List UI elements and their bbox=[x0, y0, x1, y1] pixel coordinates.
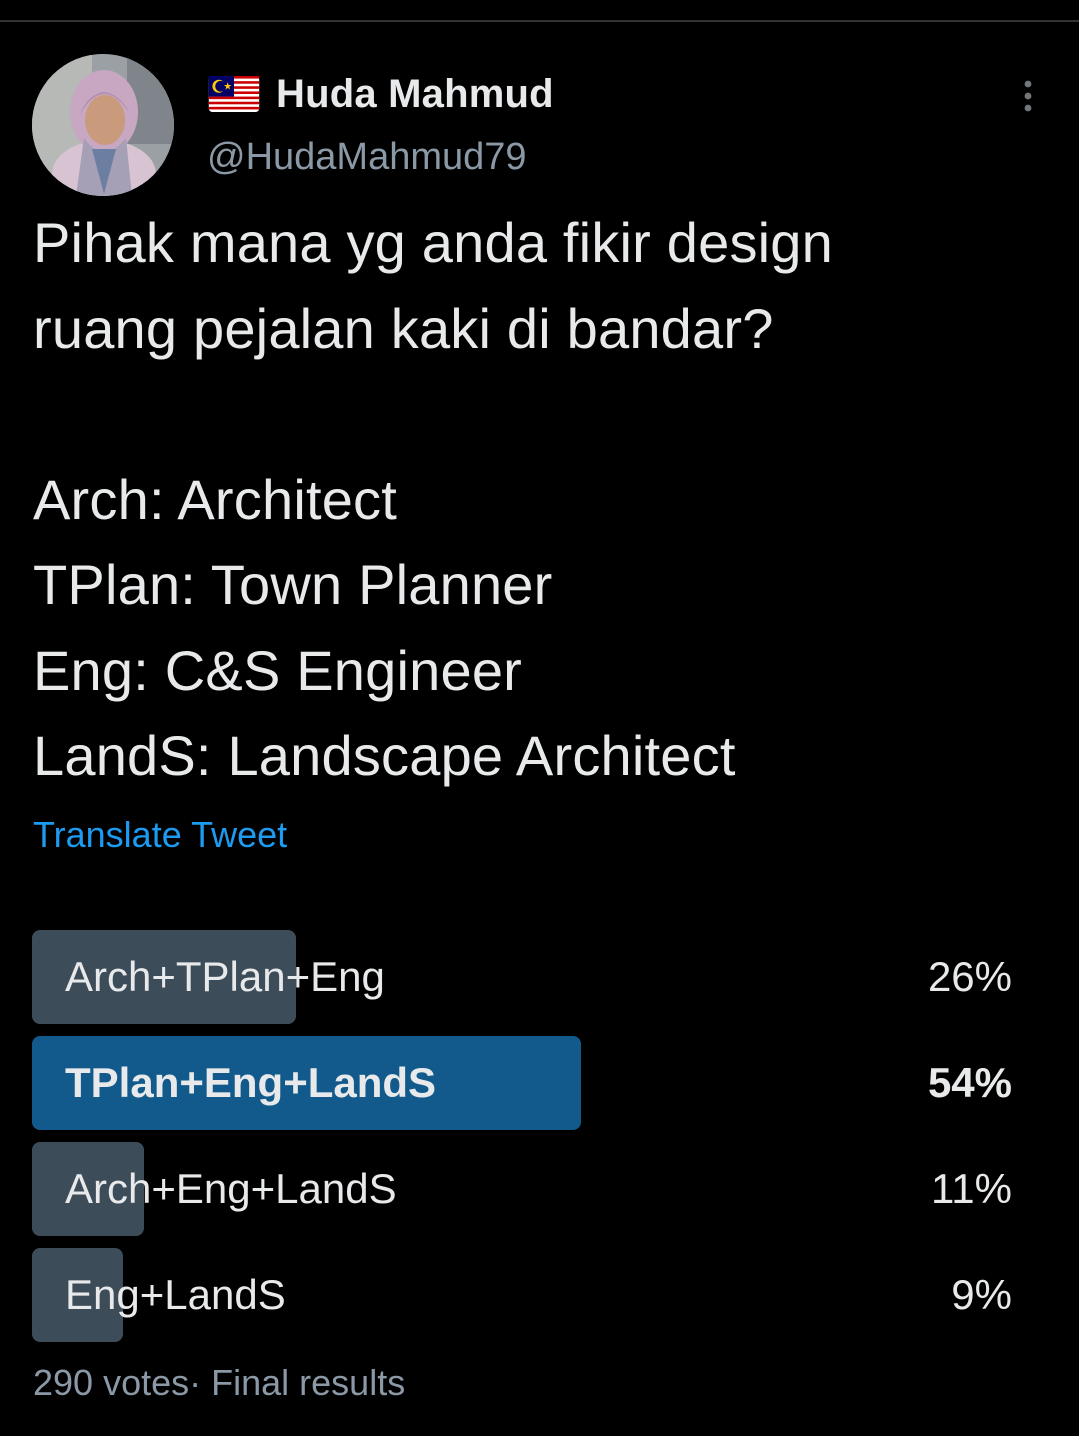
poll-option-label: Arch+TPlan+Eng bbox=[65, 953, 385, 1000]
poll-option-percent: 9% bbox=[951, 1271, 1012, 1318]
tweet-text: Pihak mana yg anda fikir design ruang pe… bbox=[33, 200, 1043, 799]
avatar[interactable] bbox=[32, 54, 174, 196]
poll: Arch+TPlan+Eng 26% TPlan+Eng+LandS 54% A… bbox=[32, 930, 1014, 1354]
tweet-text-line: LandS: Landscape Architect bbox=[33, 724, 736, 787]
translate-tweet-link[interactable]: Translate Tweet bbox=[33, 814, 287, 856]
avatar-photo bbox=[32, 54, 174, 196]
poll-status: Final results bbox=[211, 1362, 406, 1403]
poll-footer-separator: · bbox=[189, 1362, 202, 1403]
malaysia-flag-icon bbox=[208, 76, 260, 112]
more-vertical-icon bbox=[1024, 80, 1032, 112]
tweet-text-line bbox=[33, 371, 1043, 457]
tweet-text-line: TPlan: Town Planner bbox=[33, 553, 553, 616]
top-divider bbox=[0, 20, 1079, 22]
poll-option-percent: 54% bbox=[927, 1059, 1012, 1106]
poll-option: Arch+Eng+LandS 11% bbox=[32, 1142, 1014, 1236]
tweet-text-line: Pihak mana yg anda fikir design bbox=[33, 211, 833, 274]
author-display-name[interactable]: Huda Mahmud bbox=[276, 72, 554, 117]
tweet-text-line: Eng: C&S Engineer bbox=[33, 638, 523, 702]
poll-footer: 290 votes· Final results bbox=[33, 1362, 405, 1404]
poll-option-label: Eng+LandS bbox=[65, 1271, 286, 1318]
poll-option-label: Arch+Eng+LandS bbox=[65, 1165, 397, 1212]
more-options-button[interactable] bbox=[1006, 74, 1050, 118]
tweet-text-line: ruang pejalan kaki di bandar? bbox=[33, 296, 774, 360]
tweet-text-line: Arch: Architect bbox=[33, 467, 398, 531]
poll-option: Eng+LandS 9% bbox=[32, 1248, 1014, 1342]
author-name-row[interactable]: Huda Mahmud bbox=[208, 66, 554, 122]
poll-option-label: TPlan+Eng+LandS bbox=[65, 1059, 437, 1106]
poll-vote-count: 290 votes bbox=[33, 1362, 190, 1403]
poll-option: Arch+TPlan+Eng 26% bbox=[32, 930, 1014, 1024]
poll-option-percent: 26% bbox=[927, 953, 1012, 1000]
poll-option-percent: 11% bbox=[931, 1165, 1012, 1212]
author-handle[interactable]: @HudaMahmud79 bbox=[207, 136, 527, 179]
poll-option: TPlan+Eng+LandS 54% bbox=[32, 1036, 1014, 1130]
